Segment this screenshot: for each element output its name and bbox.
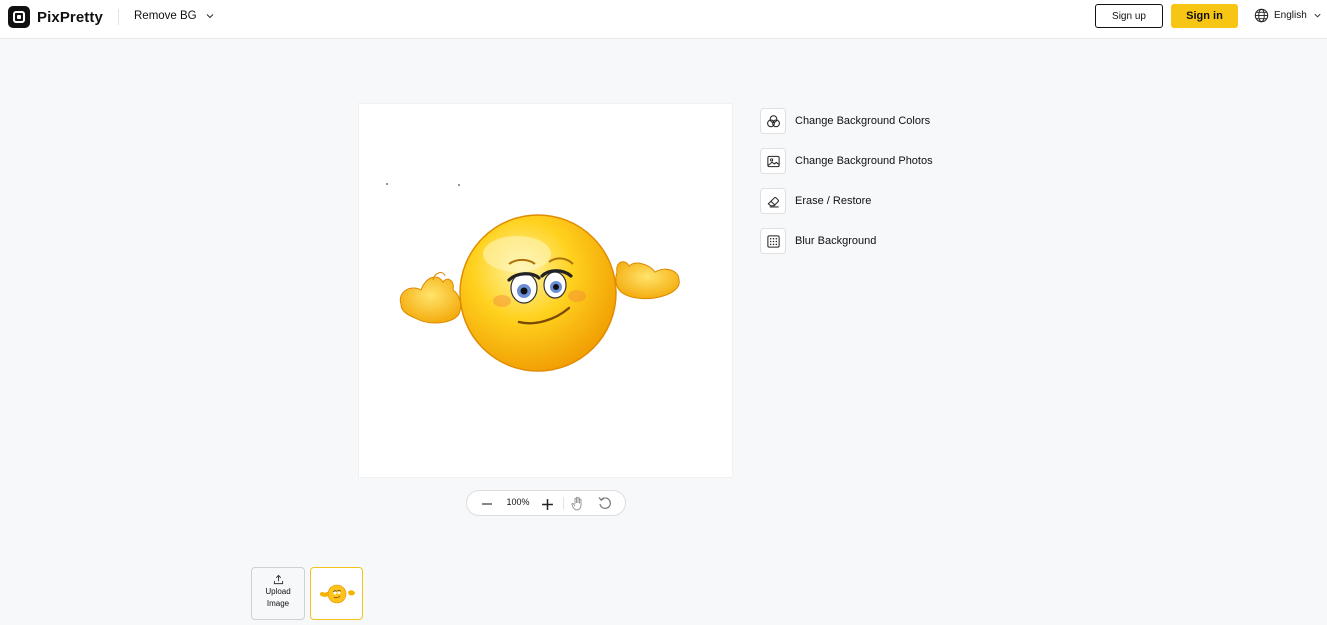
erase-restore-option[interactable]: Erase / Restore <box>760 188 871 214</box>
upload-icon <box>273 574 283 585</box>
shrug-emoji-image <box>386 183 680 372</box>
upload-label-line1: Upload <box>265 587 291 596</box>
pan-hand-button[interactable] <box>570 495 586 511</box>
zoom-level: 100% <box>506 497 530 507</box>
minus-icon <box>482 503 492 505</box>
logo-icon <box>8 6 30 28</box>
zoom-in-button[interactable] <box>539 496 555 512</box>
brand-logo[interactable]: PixPretty <box>8 6 103 28</box>
sign-up-button[interactable]: Sign up <box>1095 4 1163 28</box>
plus-icon <box>541 498 553 510</box>
image-icon <box>760 148 786 174</box>
zoom-out-button[interactable] <box>480 497 494 511</box>
hand-icon <box>571 496 582 511</box>
upload-image-button[interactable]: Upload Image <box>251 567 305 620</box>
change-background-photos-option[interactable]: Change Background Photos <box>760 148 933 174</box>
color-circles-icon <box>760 108 786 134</box>
chevron-down-icon <box>206 14 214 19</box>
rotate-reset-icon <box>598 497 611 509</box>
eraser-icon <box>760 188 786 214</box>
chevron-down-icon <box>1314 13 1321 18</box>
shrug-emoji-thumbnail <box>319 584 355 603</box>
brand-name: PixPretty <box>37 8 103 26</box>
image-thumbnail-selected[interactable] <box>310 567 363 620</box>
top-header: PixPretty Remove BG Sign up Sign in Engl… <box>0 0 1327 39</box>
image-preview-canvas[interactable] <box>358 103 733 478</box>
globe-icon <box>1254 8 1269 23</box>
action-label: Erase / Restore <box>795 195 872 207</box>
blur-background-option[interactable]: Blur Background <box>760 228 876 254</box>
language-label: English <box>1274 10 1307 21</box>
tool-menu-dropdown[interactable]: Remove BG <box>134 8 215 24</box>
action-label: Blur Background <box>795 235 877 247</box>
zoom-separator <box>563 497 564 510</box>
action-label: Change Background Colors <box>795 115 931 127</box>
zoom-toolbar: 100% <box>466 490 626 516</box>
upload-label-line2: Image <box>266 599 290 608</box>
reset-view-button[interactable] <box>597 495 613 511</box>
action-label: Change Background Photos <box>795 155 933 167</box>
header-divider <box>118 9 119 25</box>
language-selector[interactable]: English <box>1254 8 1322 23</box>
change-background-colors-option[interactable]: Change Background Colors <box>760 108 930 134</box>
tool-menu-label: Remove BG <box>134 10 197 22</box>
sign-in-button[interactable]: Sign in <box>1171 4 1238 28</box>
blur-grid-icon <box>760 228 786 254</box>
